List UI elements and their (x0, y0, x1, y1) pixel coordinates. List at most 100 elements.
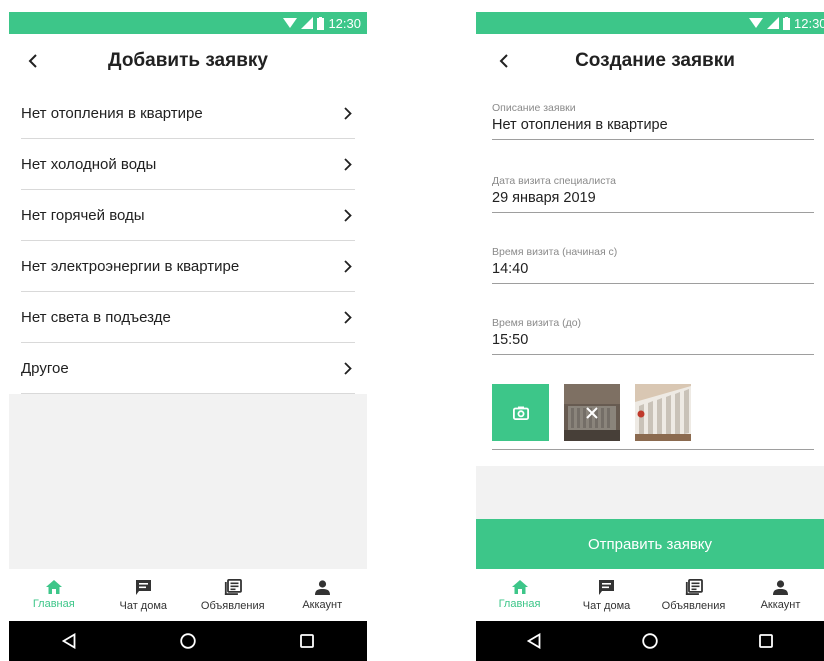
nav-chat[interactable]: Чат дома (563, 569, 650, 621)
android-navigation-bar (9, 621, 367, 661)
back-button[interactable] (13, 34, 53, 88)
nav-home[interactable]: Главная (476, 569, 563, 621)
circle-home-icon (180, 633, 196, 649)
android-recents-button[interactable] (287, 621, 327, 661)
status-bar: 12:30 (476, 12, 824, 34)
issue-item-no-entrance-light[interactable]: Нет света в подъезде (21, 292, 355, 343)
bottom-navigation: Главная Чат дома Объявления Аккаунт (476, 569, 824, 621)
nav-label: Чат дома (582, 599, 631, 612)
chevron-right-icon (341, 361, 355, 375)
field-label: Время визита (до) (492, 317, 582, 329)
triangle-back-icon (527, 633, 541, 649)
nav-label: Главная (32, 598, 75, 610)
battery-icon (783, 16, 790, 30)
close-icon (586, 406, 598, 419)
news-icon (685, 578, 703, 595)
field-label: Время визита (начиная с) (492, 246, 618, 258)
photo-thumbnail (564, 384, 620, 441)
field-label: Дата визита специалиста (492, 175, 617, 187)
circle-home-icon (642, 633, 658, 649)
issue-item-no-cold-water[interactable]: Нет холодной воды (21, 139, 355, 190)
issue-item-label: Нет горячей воды (21, 206, 145, 224)
issue-item-no-electricity[interactable]: Нет электроэнергии в квартире (21, 241, 355, 292)
status-time: 12:30 (794, 15, 824, 31)
issue-item-label: Нет холодной воды (21, 155, 157, 173)
issue-item-label: Нет света в подъезде (21, 308, 171, 326)
photo-attachments (492, 384, 814, 450)
nav-home[interactable]: Главная (9, 569, 99, 621)
home-icon (45, 580, 62, 594)
page-title: Добавить заявку (108, 50, 268, 71)
android-back-button[interactable] (514, 621, 554, 661)
wifi-icon (283, 18, 298, 28)
back-button[interactable] (484, 34, 524, 88)
home-icon (511, 580, 528, 594)
bottom-navigation: Главная Чат дома Объявления Аккаунт (9, 569, 367, 621)
add-request-screen: 12:30 Добавить заявку Нет отопления в кв… (9, 12, 367, 661)
create-request-screen: 12:30 Создание заявки Описание заявки Не… (476, 12, 824, 661)
status-bar: 12:30 (9, 12, 367, 34)
chevron-right-icon (341, 208, 355, 222)
android-home-button[interactable] (630, 621, 670, 661)
field-value: 14:40 (492, 261, 529, 277)
remove-photo-button[interactable] (564, 384, 620, 441)
chat-icon (599, 579, 614, 595)
app-header: Создание заявки (476, 34, 824, 88)
nav-label: Чат дома (119, 599, 168, 612)
android-navigation-bar (476, 621, 824, 661)
account-icon (773, 579, 788, 595)
signal-icon (301, 17, 314, 29)
app-header: Добавить заявку (9, 34, 367, 88)
triangle-back-icon (61, 633, 76, 649)
visit-date-field[interactable]: Дата визита специалиста 29 января 2019 (492, 175, 814, 213)
issue-item-no-hot-water[interactable]: Нет горячей воды (21, 190, 355, 241)
android-back-button[interactable] (49, 621, 89, 661)
nav-label: Аккаунт (302, 598, 343, 611)
battery-icon (317, 16, 325, 30)
photo-thumbnail[interactable] (635, 384, 691, 441)
field-value: 29 января 2019 (492, 190, 596, 206)
issue-item-label: Нет электроэнергии в квартире (21, 257, 240, 275)
issue-item-label: Другое (21, 359, 69, 377)
nav-announcements[interactable]: Объявления (650, 569, 737, 621)
square-recents-icon (759, 634, 773, 648)
signal-icon (767, 17, 779, 29)
nav-account[interactable]: Аккаунт (278, 569, 368, 621)
visit-time-to-field[interactable]: Время визита (до) 15:50 (492, 317, 814, 355)
chevron-right-icon (341, 259, 355, 273)
camera-icon (512, 406, 529, 420)
divider (367, 237, 369, 341)
nav-account[interactable]: Аккаунт (737, 569, 824, 621)
chat-icon (135, 579, 151, 595)
nav-label: Аккаунт (760, 598, 801, 611)
field-value: Нет отопления в квартире (492, 117, 668, 133)
description-field[interactable]: Описание заявки Нет отопления в квартире (492, 102, 814, 140)
back-arrow-icon (28, 54, 37, 68)
issue-item-no-heating[interactable]: Нет отопления в квартире (21, 88, 355, 139)
radiator-photo (635, 384, 691, 441)
nav-label: Главная (498, 598, 541, 610)
chevron-right-icon (341, 157, 355, 171)
add-photo-button[interactable] (492, 384, 549, 441)
page-title: Создание заявки (575, 50, 735, 71)
android-home-button[interactable] (168, 621, 208, 661)
nav-label: Объявления (200, 599, 265, 612)
chevron-right-icon (341, 310, 355, 324)
visit-time-from-field[interactable]: Время визита (начиная с) 14:40 (492, 246, 814, 284)
nav-announcements[interactable]: Объявления (188, 569, 278, 621)
field-value: 15:50 (492, 332, 529, 348)
status-time: 12:30 (328, 15, 361, 31)
news-icon (224, 578, 242, 595)
submit-request-button[interactable]: Отправить заявку (476, 519, 824, 569)
chevron-right-icon (341, 106, 355, 120)
field-label: Описание заявки (492, 102, 576, 114)
request-form: Описание заявки Нет отопления в квартире… (476, 88, 824, 466)
square-recents-icon (300, 634, 315, 648)
issue-item-other[interactable]: Другое (21, 343, 355, 394)
issue-type-list: Нет отопления в квартире Нет холодной во… (9, 88, 367, 394)
android-recents-button[interactable] (746, 621, 786, 661)
account-icon (314, 579, 330, 595)
wifi-icon (749, 18, 763, 28)
back-arrow-icon (499, 54, 508, 68)
nav-chat[interactable]: Чат дома (99, 569, 189, 621)
